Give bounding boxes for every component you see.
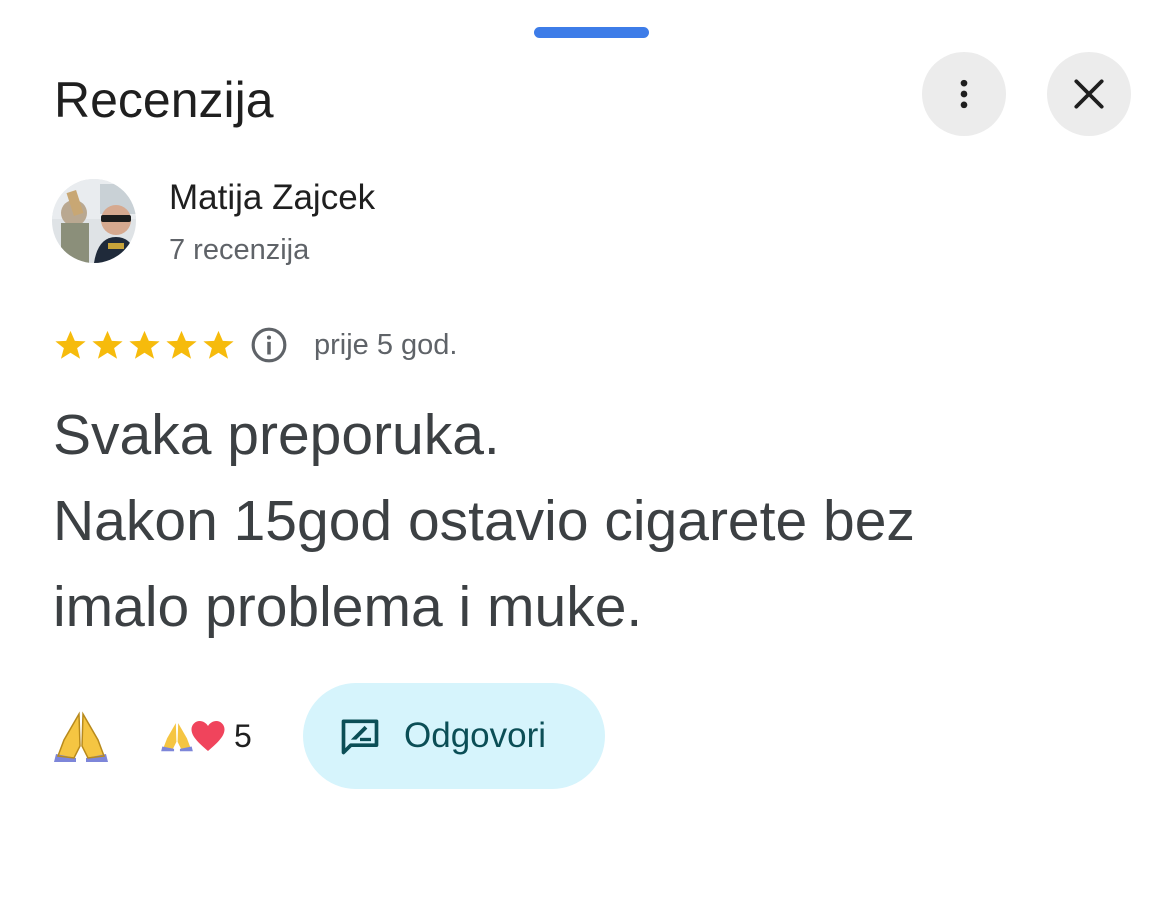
add-reaction-button[interactable]	[52, 710, 110, 762]
star-rating	[52, 327, 237, 364]
profile-photo	[52, 179, 136, 263]
close-icon	[1074, 79, 1104, 109]
drag-handle[interactable]	[534, 27, 649, 38]
more-options-button[interactable]	[922, 52, 1006, 136]
star-icon	[55, 330, 86, 359]
star-icon	[166, 330, 197, 359]
review-time: prije 5 god.	[314, 329, 458, 361]
close-button[interactable]	[1047, 52, 1131, 136]
folded-hands-icon	[54, 711, 108, 762]
star-icon	[92, 330, 123, 359]
page-title: Recenzija	[54, 72, 274, 128]
folded-hands-icon	[161, 723, 193, 752]
info-icon[interactable]	[250, 326, 288, 364]
star-icon	[203, 330, 234, 359]
star-icon	[129, 330, 160, 359]
author-name[interactable]: Matija Zajcek	[169, 177, 375, 219]
review-line: imalo problema i muke.	[53, 575, 643, 639]
avatar[interactable]	[52, 179, 136, 263]
reply-label: Odgovori	[404, 716, 547, 755]
review-line: Nakon 15god ostavio cigarete bez	[53, 489, 915, 553]
heart-icon	[191, 721, 225, 751]
review-text: Svaka preporuka. Nakon 15god ostavio cig…	[53, 392, 1113, 650]
reaction-summary[interactable]: 5	[160, 718, 252, 755]
reactions-row: 5	[52, 683, 252, 789]
reaction-count: 5	[234, 717, 252, 754]
more-vert-icon	[960, 79, 968, 109]
review-line: Svaka preporuka.	[53, 403, 500, 467]
reply-review-icon	[341, 719, 379, 755]
author-review-count: 7 recenzija	[169, 234, 310, 266]
rating-row: prije 5 god.	[52, 322, 458, 368]
reply-button[interactable]: Odgovori	[303, 683, 605, 789]
